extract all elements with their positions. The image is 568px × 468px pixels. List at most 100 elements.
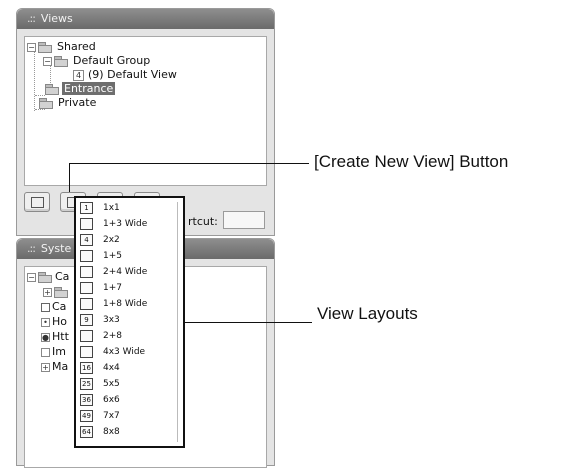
system-item[interactable]: • Ho (41, 315, 67, 329)
system-item[interactable]: Im (41, 345, 66, 359)
collapse-icon[interactable]: − (27, 42, 36, 52)
tree-node-label: Private (58, 96, 97, 109)
grip-icon: .:: (27, 12, 36, 25)
collapse-icon[interactable]: − (43, 56, 52, 66)
layout-menu-label: 4x3 Wide (103, 347, 146, 357)
layout-grid-icon: 64 (80, 426, 93, 438)
layout-menu-item[interactable]: 4 2x2 (80, 234, 120, 247)
system-item[interactable]: − Ca (27, 270, 69, 284)
layout-menu-label: 1+7 (103, 283, 122, 293)
folder-open-icon (54, 56, 68, 67)
view-layouts-menu: 1 1x1 1+3 Wide 4 2x2 1+5 2+4 Wide 1+7 1+8 Wide 9 3… (74, 196, 185, 448)
layout-menu-item[interactable]: 2+8 (80, 330, 122, 343)
layout-menu-item[interactable]: 16 4x4 (80, 362, 120, 375)
layout-menu-item[interactable]: 1+3 Wide (80, 218, 147, 231)
tree-node-label: (9) Default View (88, 68, 177, 81)
grip-icon: .:: (27, 242, 36, 255)
layout-menu-label: 1+8 Wide (103, 299, 148, 309)
camera-icon (41, 302, 50, 312)
system-item-label: Im (52, 345, 66, 358)
layout-grid-icon: 1 (80, 202, 93, 214)
system-item[interactable]: + (43, 285, 71, 299)
layout-menu-item[interactable]: 2+4 Wide (80, 266, 147, 279)
tree-node-default-group[interactable]: − Default Group (43, 54, 152, 68)
layout-grid-icon (80, 298, 93, 310)
layout-menu-label: 2+8 (103, 331, 122, 341)
layout-menu-item[interactable]: 1 1x1 (80, 202, 120, 215)
layout-grid-icon (80, 218, 93, 230)
matrix-icon: + (41, 362, 50, 372)
system-item[interactable]: Ca (41, 300, 66, 314)
layout-grid-icon (80, 282, 93, 294)
layout-menu-item[interactable]: 1+5 (80, 250, 122, 263)
layout-menu-label: 7x7 (103, 411, 120, 421)
system-item-label: Ho (52, 315, 68, 328)
folder-icon (54, 287, 68, 298)
callout-line-create-view-h (69, 163, 309, 164)
layout-grid-icon: 49 (80, 410, 93, 422)
system-item-label: Htt (52, 330, 69, 343)
views-title-text: Views (40, 12, 73, 25)
callout-line-layouts (185, 322, 312, 323)
layout-menu-item[interactable]: 1+7 (80, 282, 122, 295)
layout-menu-item[interactable]: 9 3x3 (80, 314, 120, 327)
layout-grid-icon: 9 (80, 314, 93, 326)
layout-menu-label: 8x8 (103, 427, 120, 437)
layout-menu-item[interactable]: 1+8 Wide (80, 298, 147, 311)
layout-grid-icon: 36 (80, 394, 93, 406)
callout-create-view: [Create New View] Button (314, 152, 509, 171)
layout-menu-label: 3x3 (103, 315, 120, 325)
layout-menu-label: 2x2 (103, 235, 120, 245)
shortcut-label: rtcut: (188, 215, 218, 228)
layout-grid-icon (80, 330, 93, 342)
shared-folder-icon (38, 42, 52, 53)
collapse-icon[interactable]: − (27, 272, 36, 282)
menu-scrollbar[interactable] (177, 202, 178, 442)
layout-menu-label: 5x5 (103, 379, 120, 389)
layout-grid-icon: 25 (80, 378, 93, 390)
tree-node-label: Entrance (62, 82, 116, 95)
layout-menu-item[interactable]: 4x3 Wide (80, 346, 145, 359)
layout-menu-label: 1x1 (103, 203, 120, 213)
layout-menu-item[interactable]: 25 5x5 (80, 378, 120, 391)
tree-node-private[interactable]: Private (39, 96, 98, 110)
image-icon (41, 347, 50, 357)
layout-menu-label: 1+5 (103, 251, 122, 261)
shortcut-input[interactable] (223, 211, 265, 229)
expand-icon[interactable]: + (43, 287, 52, 297)
views-panel-title: .:: Views (17, 9, 274, 29)
callout-line-create-view-v (69, 163, 70, 192)
folder-add-icon (31, 197, 44, 208)
system-item-label: Ca (55, 270, 70, 283)
tree-node-default-view[interactable]: 4 (9) Default View (73, 68, 179, 82)
system-item[interactable]: + Ma (41, 360, 68, 374)
folder-icon (39, 98, 53, 109)
callout-view-layouts: View Layouts (317, 304, 418, 323)
system-title-text: Syste (40, 242, 72, 255)
layout-grid-icon (80, 266, 93, 278)
folder-icon (45, 84, 59, 95)
create-group-button[interactable] (24, 192, 50, 212)
layout-menu-label: 1+3 Wide (103, 219, 148, 229)
html-icon: ● (41, 332, 50, 342)
layout-grid-icon: 16 (80, 362, 93, 374)
tree-node-shared[interactable]: − Shared (27, 40, 98, 54)
layout-menu-label: 2+4 Wide (103, 267, 148, 277)
layout-menu-item[interactable]: 49 7x7 (80, 410, 120, 423)
hotspot-icon: • (41, 317, 50, 327)
layout-menu-label: 6x6 (103, 395, 120, 405)
layout-grid-icon (80, 250, 93, 262)
layout-menu-item[interactable]: 64 8x8 (80, 426, 120, 439)
tree-node-entrance[interactable]: Entrance (45, 82, 116, 96)
system-item-label: Ca (52, 300, 67, 313)
layout-grid-icon: 4 (80, 234, 93, 246)
tree-node-label: Shared (57, 40, 96, 53)
system-item[interactable]: ● Htt (41, 330, 69, 344)
folder-icon (38, 272, 52, 283)
view-layout-icon: 4 (73, 69, 84, 81)
layout-menu-item[interactable]: 36 6x6 (80, 394, 120, 407)
layout-menu-label: 4x4 (103, 363, 120, 373)
tree-node-label: Default Group (73, 54, 151, 67)
layout-grid-icon (80, 346, 93, 358)
system-item-label: Ma (52, 360, 69, 373)
